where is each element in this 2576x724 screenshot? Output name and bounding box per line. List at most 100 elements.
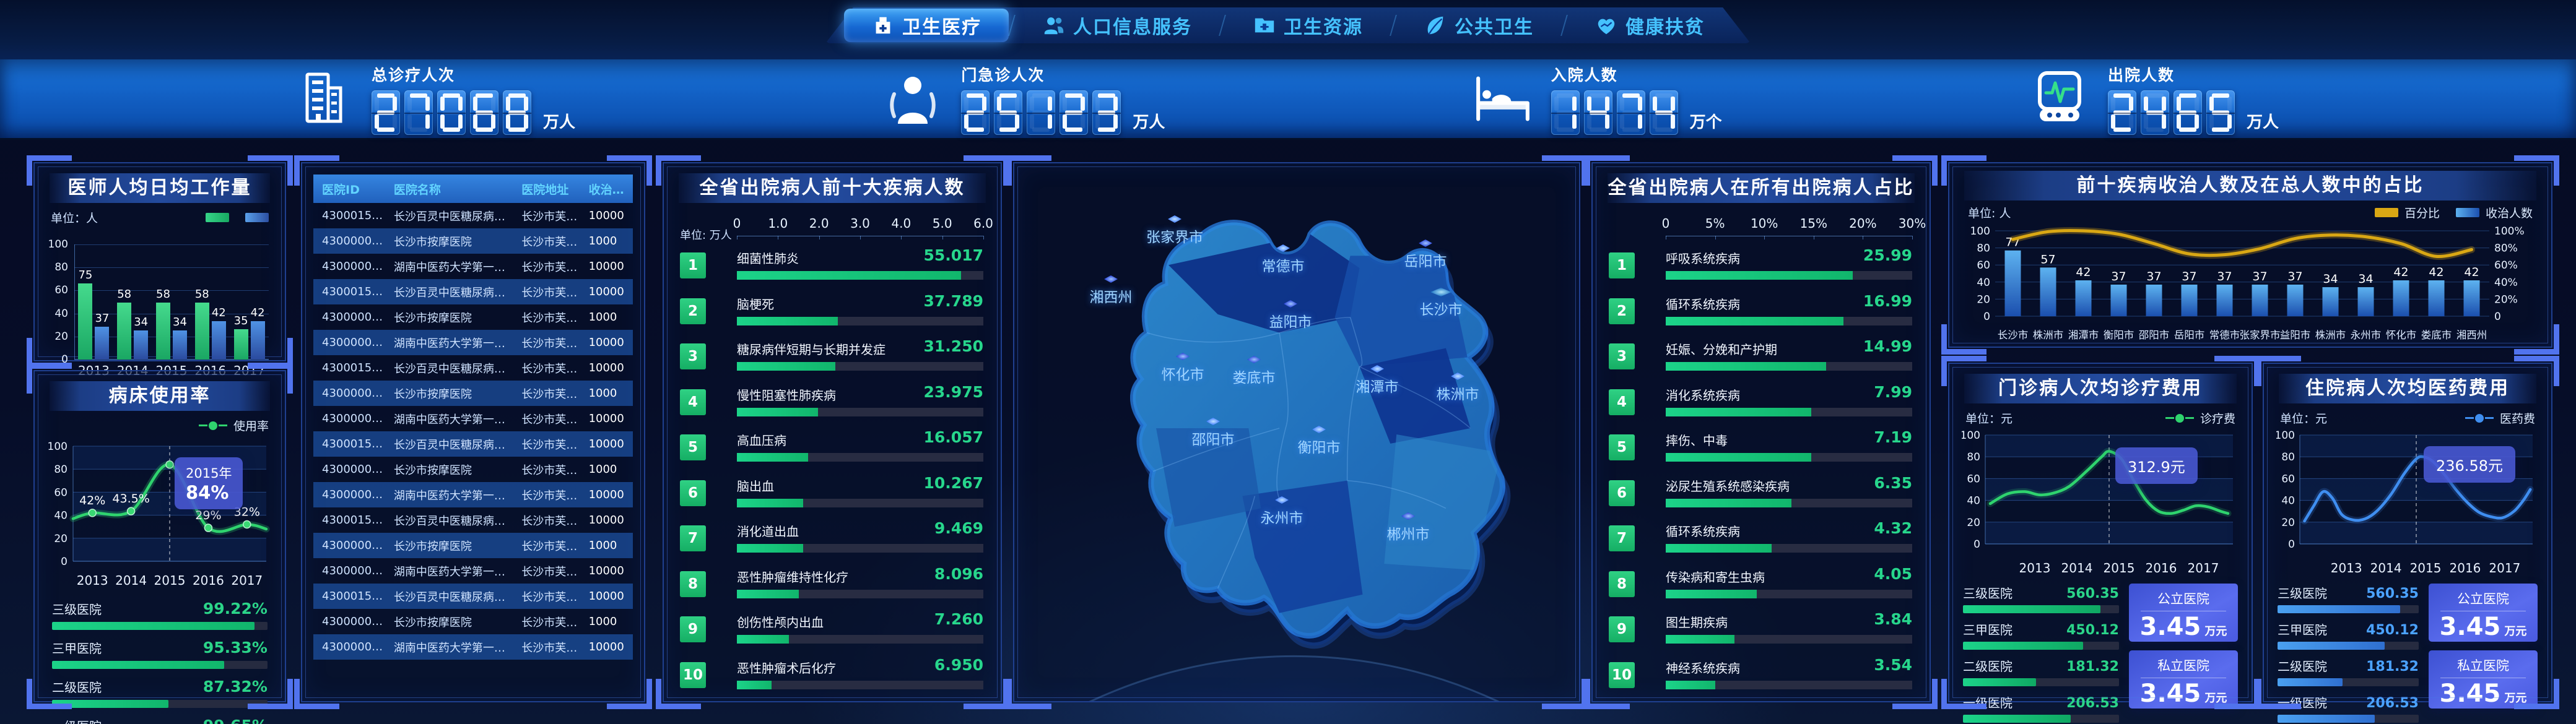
bar-group-2013: 7537 xyxy=(74,244,113,360)
svg-text:100: 100 xyxy=(1962,429,1980,442)
svg-text:0: 0 xyxy=(2494,311,2501,323)
disease-name: 脑出血 xyxy=(737,476,774,494)
hospital-name: 湖南中医药大学第一附属医院 xyxy=(390,487,518,503)
legend-label: 百分比 xyxy=(2404,204,2440,221)
legend-swatch-green[interactable] xyxy=(206,213,229,222)
svg-text:60: 60 xyxy=(2281,473,2295,485)
city-marker-常德市[interactable]: 常德市 xyxy=(1262,247,1305,275)
kpi-value: 万人 xyxy=(961,90,1165,135)
svg-text:80%: 80% xyxy=(2494,243,2518,255)
column-header[interactable]: 医院名称 xyxy=(390,181,518,197)
city-marker-岳阳市[interactable]: 岳阳市 xyxy=(1404,242,1447,270)
hospital-level-label: 三甲医院 xyxy=(52,639,102,657)
kpi-stats-band: 总诊疗人次万人门急诊人次万人入院人数万个出院人数万人 xyxy=(0,59,2576,140)
city-marker-益阳市[interactable]: 益阳市 xyxy=(1269,303,1312,331)
svg-text:2013: 2013 xyxy=(2019,561,2051,575)
tab-3[interactable]: 卫生资源 xyxy=(1225,9,1390,42)
top-nav-bar: 卫生医疗人口信息服务卫生资源公共卫生 健康扶贫 xyxy=(0,0,2576,59)
outpatient-legend[interactable]: 诊疗费 xyxy=(2165,410,2235,426)
rank-item-6: 6泌尿生殖系统感染疾病6.35 xyxy=(1609,476,1913,522)
city-marker-邵阳市[interactable]: 邵阳市 xyxy=(1192,420,1235,449)
inpatient-legend[interactable]: 医药费 xyxy=(2465,410,2535,426)
city-marker-湘西州[interactable]: 湘西州 xyxy=(1090,278,1133,306)
bar: 75 xyxy=(78,283,92,360)
tab-5[interactable]: 健康扶贫 xyxy=(1567,9,1732,42)
digit-cell xyxy=(1092,90,1121,135)
table-row: 43000157842长沙百灵中医糖尿病专科医院长沙市芙蓉区10000 xyxy=(313,279,633,304)
svg-text:37: 37 xyxy=(2252,270,2267,283)
disease-value: 4.32 xyxy=(1874,519,1912,537)
legend-percent[interactable]: 百分比 xyxy=(2375,204,2440,221)
fee-box-公立医院: 公立医院 3.45万元 xyxy=(2429,584,2538,642)
city-label: 娄底市 xyxy=(1233,366,1276,387)
disease-value: 55.017 xyxy=(924,246,983,264)
hospital-name: 湖南中医药大学第一附属医院 xyxy=(390,259,518,275)
disease-name: 图生期疾病 xyxy=(1666,613,1728,631)
disease-bar xyxy=(1666,453,1912,462)
disease-value: 25.99 xyxy=(1863,246,1912,264)
bar-group-2017: 3542 xyxy=(230,244,269,360)
admission-count: 1000 xyxy=(585,539,633,552)
tab-1[interactable]: 卫生医疗 xyxy=(844,9,1009,42)
column-header[interactable]: 收治人数 xyxy=(585,181,633,197)
tab-label: 健康扶贫 xyxy=(1625,12,1705,39)
admission-count: 10000 xyxy=(585,514,633,527)
hospital-name: 湖南中医药大学第一附属医院 xyxy=(390,563,518,579)
tab-2[interactable]: 人口信息服务 xyxy=(1015,9,1219,42)
disease-value: 9.469 xyxy=(934,519,983,537)
bar-value: 34 xyxy=(173,316,187,329)
fee-bar xyxy=(1963,642,2119,650)
city-marker-张家界市[interactable]: 张家界市 xyxy=(1146,218,1203,246)
hospital-address: 长沙市芙蓉区 xyxy=(518,487,585,503)
hospital-name: 长沙市按摩医院 xyxy=(390,538,518,554)
box-value: 3.45万元 xyxy=(2429,614,2538,640)
svg-text:34: 34 xyxy=(2323,272,2338,286)
fee-bar xyxy=(2278,715,2419,723)
fee-value: 181.32 xyxy=(2066,659,2119,674)
svg-text:100%: 100% xyxy=(2494,225,2525,238)
rank-badge: 10 xyxy=(1609,662,1635,688)
unit-label: 单位：元 xyxy=(1965,410,2012,426)
column-header[interactable]: 医院ID xyxy=(313,181,390,197)
city-marker-湘潭市[interactable]: 湘潭市 xyxy=(1356,368,1399,396)
fee-value: 450.12 xyxy=(2066,623,2119,638)
column-header[interactable]: 医院地址 xyxy=(518,181,585,197)
city-marker-株洲市[interactable]: 株洲市 xyxy=(1437,375,1479,403)
digit-cell xyxy=(2174,90,2202,135)
box-label: 公立医院 xyxy=(2440,589,2525,611)
fee-value: 560.35 xyxy=(2066,586,2119,601)
legend-swatch-blue[interactable] xyxy=(245,213,269,222)
hospital-bed-icon xyxy=(1471,69,1535,129)
city-marker-怀化市[interactable]: 怀化市 xyxy=(1162,355,1204,384)
svg-text:2017: 2017 xyxy=(2188,561,2219,575)
corner-bracket xyxy=(607,679,652,709)
bed-usage-legend[interactable]: 使用率 xyxy=(199,417,269,434)
tab-4[interactable]: 公共卫生 xyxy=(1396,9,1561,42)
legend-admissions[interactable]: 收治人数 xyxy=(2456,204,2533,221)
disease-bar xyxy=(1666,408,1912,416)
rank-item-5: 5摔伤、中毒7.19 xyxy=(1609,431,1913,476)
city-label: 株洲市 xyxy=(1437,382,1479,403)
digit-cell xyxy=(470,90,498,135)
axis-tick: 0 xyxy=(733,216,741,231)
bar-value: 75 xyxy=(78,269,92,282)
hospital-address: 长沙市芙蓉区 xyxy=(518,259,585,275)
digit-cell xyxy=(1060,90,1088,135)
city-marker-衡阳市[interactable]: 衡阳市 xyxy=(1298,428,1341,457)
bed-usage-hospital-bars: 三级医院99.22%三甲医院95.33%二级医院87.32%一级医院99.65% xyxy=(52,600,268,724)
hospital-address: 长沙市芙蓉区 xyxy=(518,284,585,300)
disease-bar xyxy=(737,317,983,325)
hospital-id: 43000000770 xyxy=(313,260,390,273)
city-marker-娄底市[interactable]: 娄底市 xyxy=(1233,358,1276,387)
rank-badge: 8 xyxy=(1609,571,1635,597)
panel-top-diseases: 全省出院病人前十大疾病人数 单位: 万人 01.02.03.04.05.06.0… xyxy=(663,162,1002,702)
bed-usage-line-chart: 02040608010042%43.5%29%32%20132014201520… xyxy=(47,436,272,591)
city-marker-永州市[interactable]: 永州市 xyxy=(1261,499,1303,527)
box-value: 3.45万元 xyxy=(2429,681,2538,707)
city-marker-郴州市[interactable]: 郴州市 xyxy=(1387,515,1430,543)
box-label: 公立医院 xyxy=(2141,589,2226,611)
top-diseases-list: 1细菌性肺炎55.0172脑梗死37.7893糖尿病伴短期与长期并发症31.25… xyxy=(680,249,985,704)
axis-tick: 1.0 xyxy=(768,216,788,231)
city-marker-长沙市[interactable]: 长沙市 xyxy=(1420,290,1463,319)
city-label: 常德市 xyxy=(1262,254,1305,275)
